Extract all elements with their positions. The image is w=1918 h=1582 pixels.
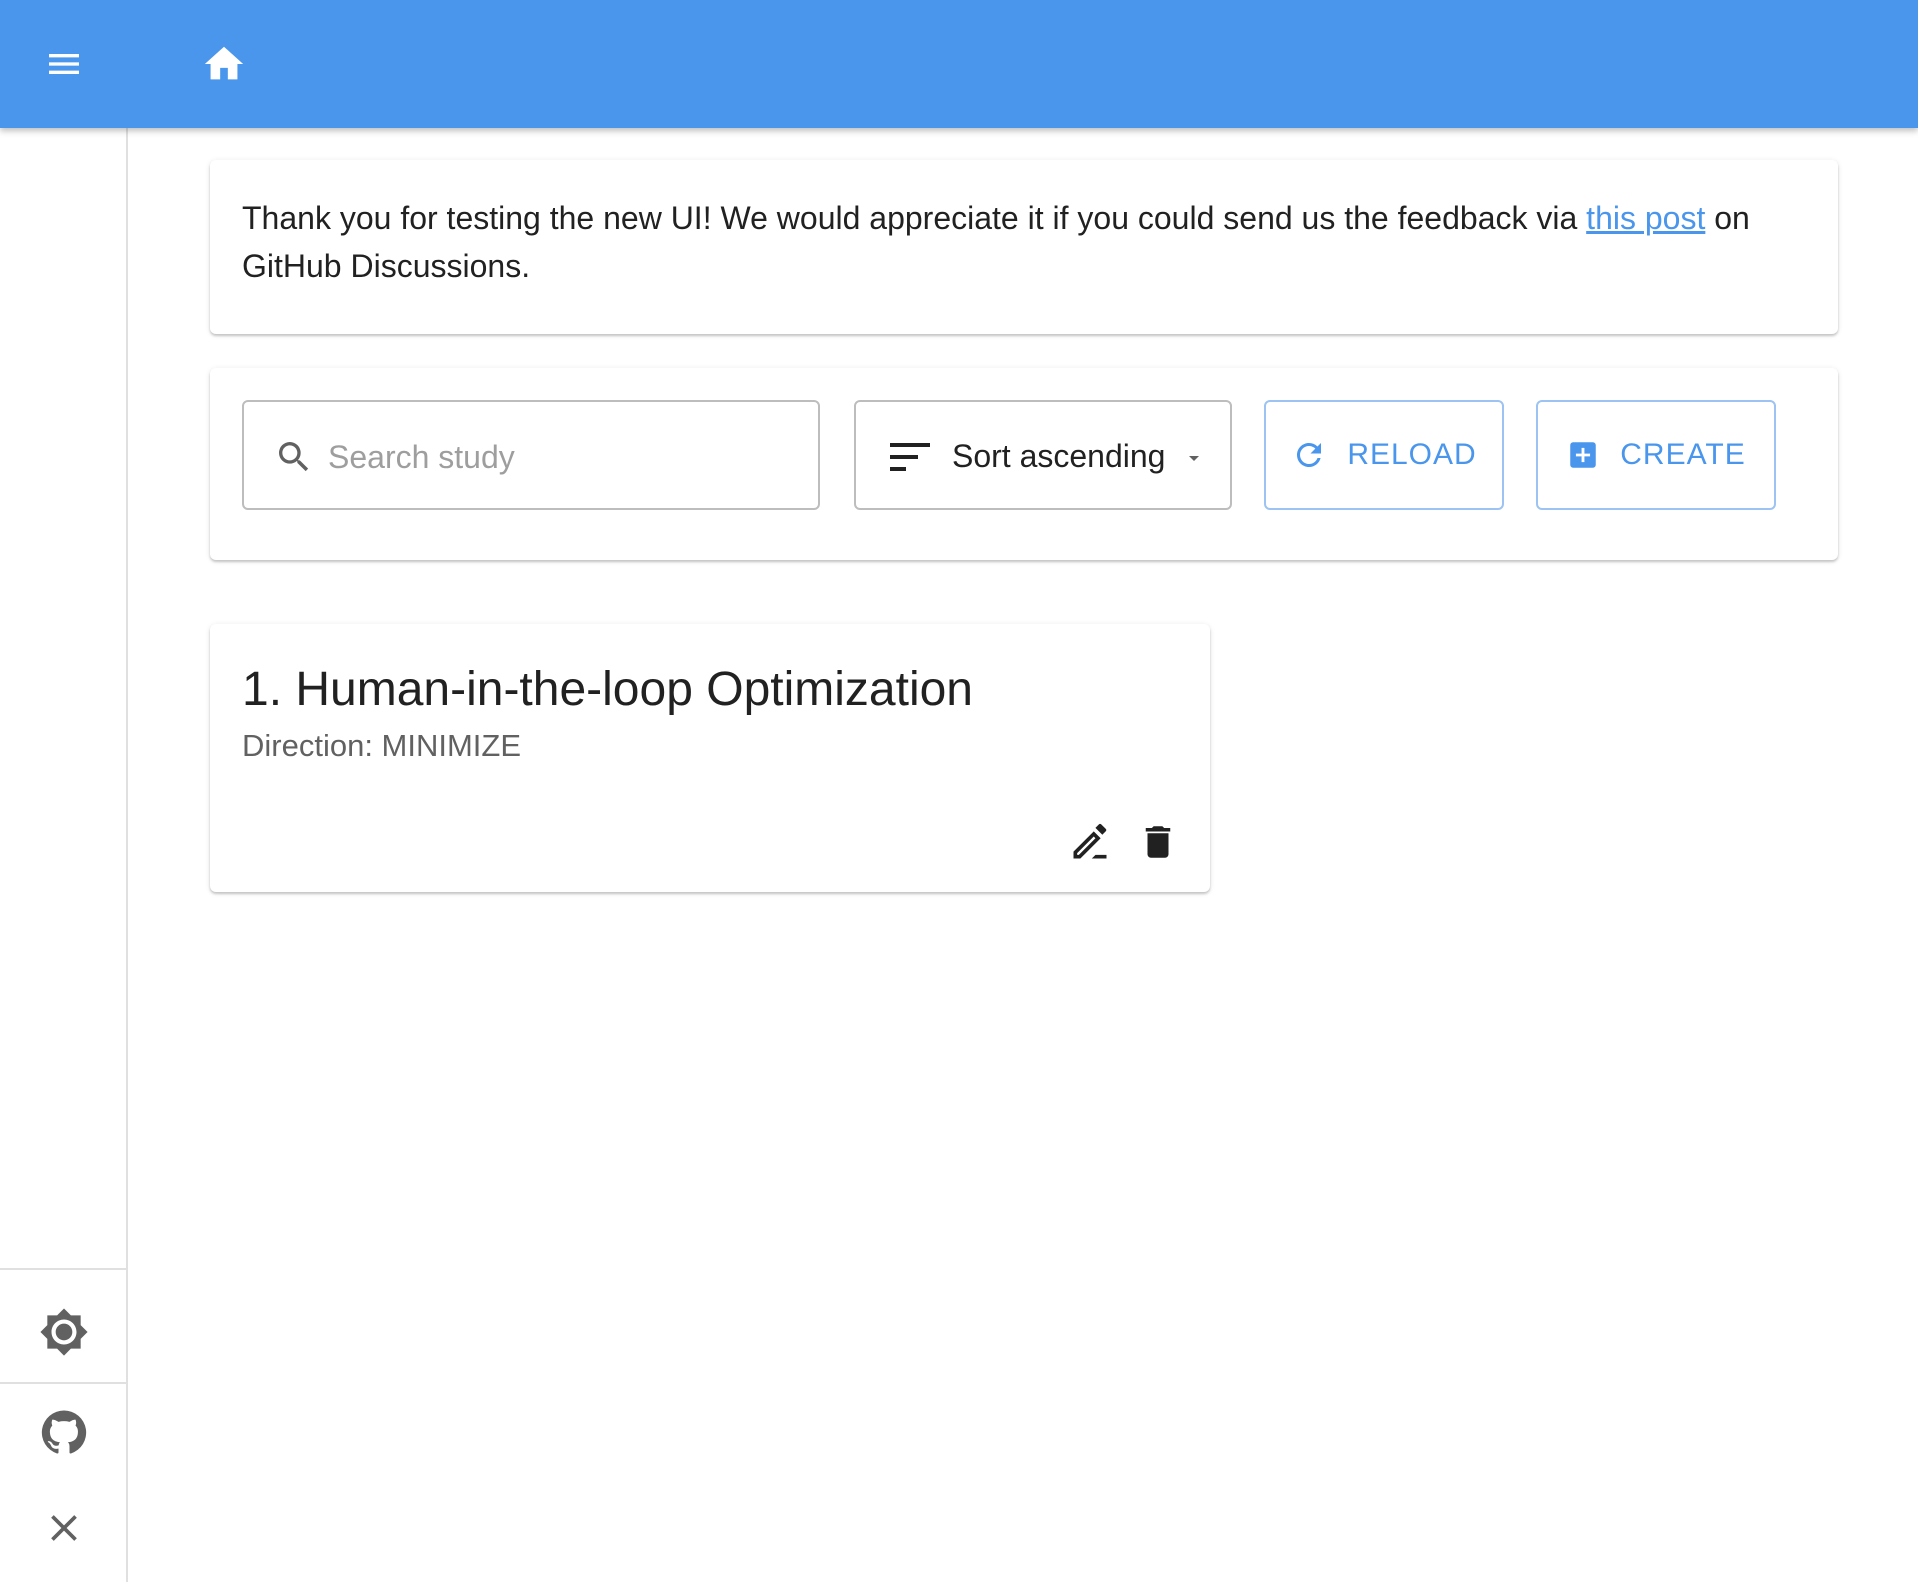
brightness-icon [40, 1308, 88, 1356]
github-link-button[interactable] [24, 1392, 104, 1472]
caret-down-icon [1189, 456, 1199, 461]
study-direction: Direction: MINIMIZE [242, 728, 522, 763]
sort-label: Sort ascending [952, 438, 1166, 474]
add-box-icon [1570, 442, 1597, 468]
sidebar-divider [0, 1268, 128, 1270]
study-toolbar: Sort ascending RELOAD CREATE [210, 368, 1838, 560]
menu-icon [49, 54, 79, 74]
github-icon [41, 1410, 87, 1454]
create-label: CREATE [1620, 438, 1746, 471]
search-input[interactable] [326, 428, 800, 486]
toggle-theme-button[interactable] [24, 1292, 104, 1372]
feedback-post-link[interactable]: this post [1586, 200, 1705, 236]
create-button[interactable]: CREATE [1536, 400, 1776, 510]
sort-icon [890, 443, 930, 471]
reload-button[interactable]: RELOAD [1264, 400, 1504, 510]
close-sidebar-button[interactable] [24, 1488, 104, 1568]
search-icon [279, 442, 309, 472]
menu-button[interactable] [32, 32, 96, 96]
edit-note-icon [1073, 823, 1107, 859]
refresh-icon [1297, 443, 1322, 467]
home-button[interactable] [192, 32, 256, 96]
reload-label: RELOAD [1347, 438, 1477, 471]
delete-button[interactable] [1130, 814, 1186, 870]
search-field[interactable] [242, 400, 820, 510]
sort-select[interactable]: Sort ascending [854, 400, 1232, 510]
sidebar [0, 128, 128, 1582]
feedback-notice-card: Thank you for testing the new UI! We wou… [210, 160, 1838, 334]
feedback-notice-text: Thank you for testing the new UI! We wou… [242, 200, 1750, 284]
study-card[interactable]: 1. Human-in-the-loop Optimization Direct… [210, 624, 1210, 892]
study-title: 1. Human-in-the-loop Optimization [242, 663, 973, 716]
sidebar-divider [0, 1382, 128, 1384]
home-icon [204, 46, 244, 80]
trash-icon [1145, 826, 1171, 858]
app-bar [0, 0, 1918, 128]
close-icon [51, 1515, 77, 1541]
edit-note-button[interactable] [1062, 814, 1118, 870]
